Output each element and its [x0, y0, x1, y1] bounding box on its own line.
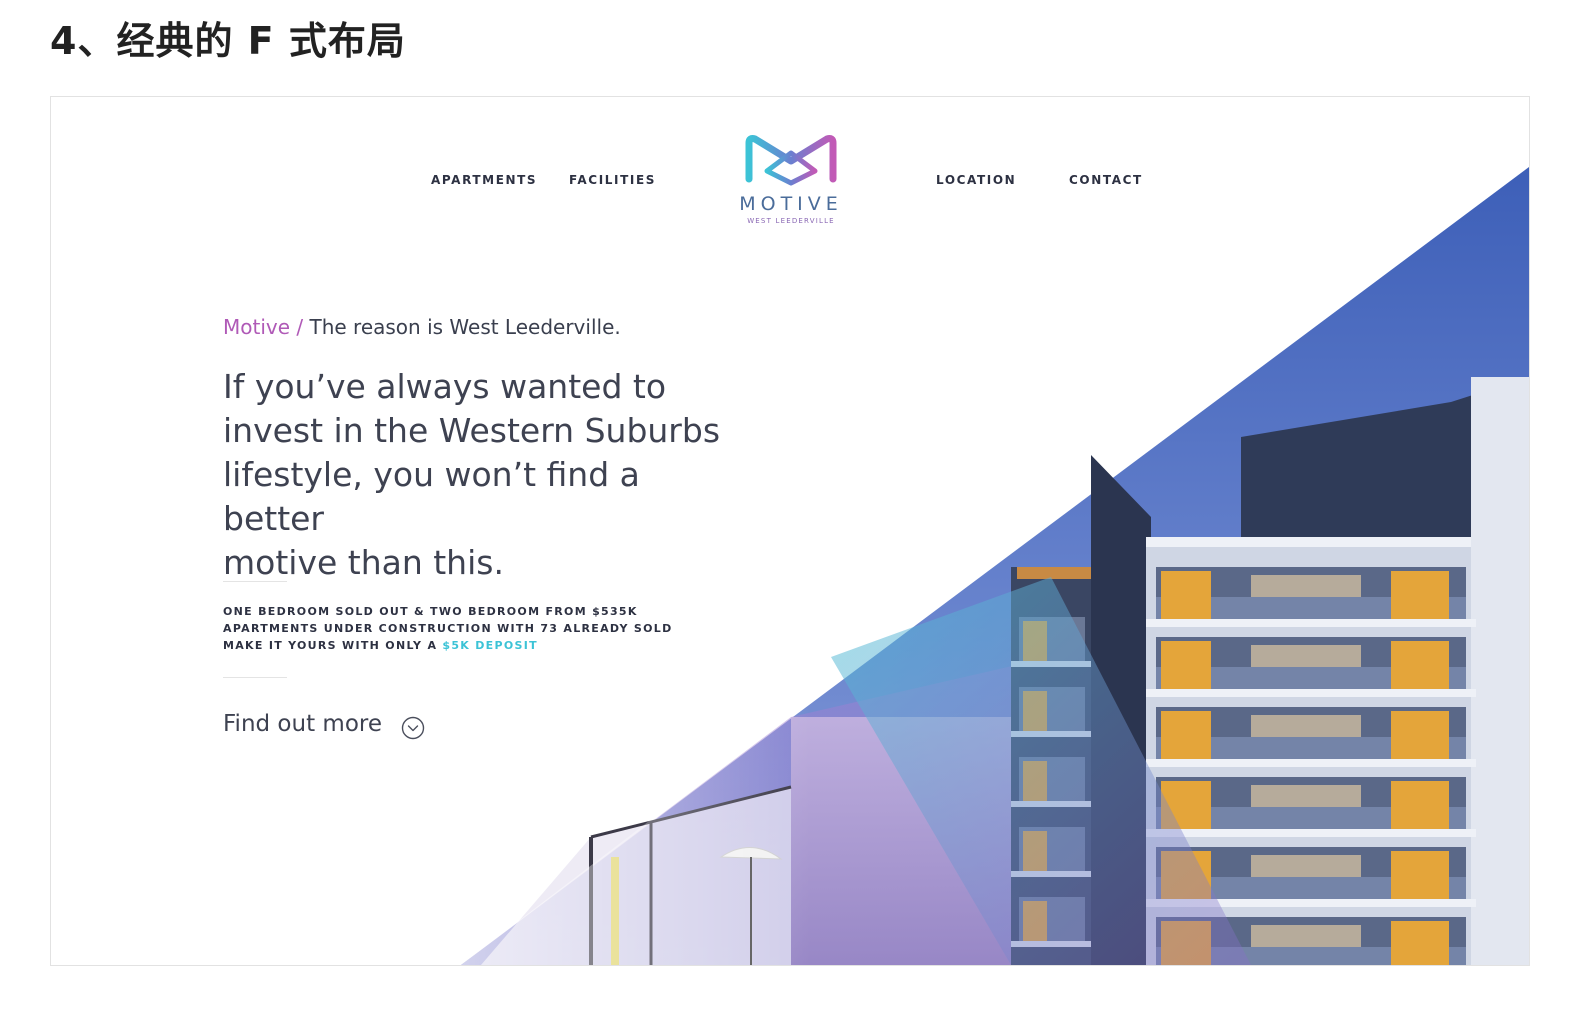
breadcrumb-tagline: The reason is West Leederville. — [309, 315, 621, 339]
nav-facilities-link[interactable]: FACILITIES — [569, 173, 656, 187]
floor-slab — [1146, 759, 1476, 767]
interior-light — [1251, 785, 1361, 807]
gold-screen — [1161, 641, 1211, 689]
gold-screen — [1391, 641, 1449, 689]
gold-screen — [1391, 851, 1449, 899]
deposit-link[interactable]: $5K DEPOSIT — [442, 639, 538, 652]
fade-overlay — [461, 697, 811, 965]
breadcrumb: Motive / The reason is West Leederville. — [223, 315, 621, 339]
gold-screen — [1161, 571, 1211, 619]
gold-screen — [1391, 571, 1449, 619]
key-facts: ONE BEDROOM SOLD OUT & TWO BEDROOM FROM … — [223, 603, 673, 654]
fact-line: APARTMENTS UNDER CONSTRUCTION WITH 73 AL… — [223, 622, 673, 635]
motive-m-icon — [745, 135, 837, 186]
motive-logo[interactable]: MOTIVE WEST LEEDERVILLE — [737, 131, 845, 231]
breadcrumb-separator: / — [290, 315, 310, 339]
logo-wordmark: MOTIVE — [739, 193, 843, 215]
breadcrumb-brand[interactable]: Motive — [223, 315, 290, 339]
gold-screen — [1391, 921, 1449, 965]
find-out-more-link[interactable]: Find out more — [223, 711, 382, 737]
divider-bottom — [223, 677, 287, 678]
fact-line: MAKE IT YOURS WITH ONLY A $5K DEPOSIT — [223, 637, 673, 654]
chevron-down-circle-icon[interactable] — [401, 716, 425, 740]
interior-light — [1251, 575, 1361, 597]
logo-subtitle: WEST LEEDERVILLE — [747, 217, 835, 225]
interior-light — [1251, 645, 1361, 667]
gold-screen — [1391, 781, 1449, 829]
floor-slab — [1146, 689, 1476, 697]
interior-light — [1251, 925, 1361, 947]
hero-line: If you’ve always wanted to — [223, 367, 667, 406]
interior-light — [1251, 715, 1361, 737]
hero-line: motive than this. — [223, 543, 504, 582]
interior-light — [1251, 855, 1361, 877]
floor-slab — [1146, 829, 1476, 837]
divider-top — [223, 581, 287, 582]
hero-line: invest in the Western Suburbs — [223, 411, 721, 450]
gold-screen — [1391, 711, 1449, 759]
fact-line: ONE BEDROOM SOLD OUT & TWO BEDROOM FROM … — [223, 605, 638, 618]
fact-prefix: MAKE IT YOURS WITH ONLY A — [223, 639, 443, 652]
hero-headline: If you’ve always wanted to invest in the… — [223, 365, 743, 585]
gold-screen — [1161, 711, 1211, 759]
nav-contact-link[interactable]: CONTACT — [1069, 173, 1143, 187]
hero-line: lifestyle, you won’t find a better — [223, 455, 640, 538]
article-heading: 4、经典的 F 式布局 — [50, 19, 406, 63]
nav-apartments-link[interactable]: APARTMENTS — [431, 173, 537, 187]
website-screenshot-frame: APARTMENTS FACILITIES LOCATION CONTACT M… — [50, 96, 1530, 966]
floor-slab — [1146, 619, 1476, 627]
nav-location-link[interactable]: LOCATION — [936, 173, 1016, 187]
